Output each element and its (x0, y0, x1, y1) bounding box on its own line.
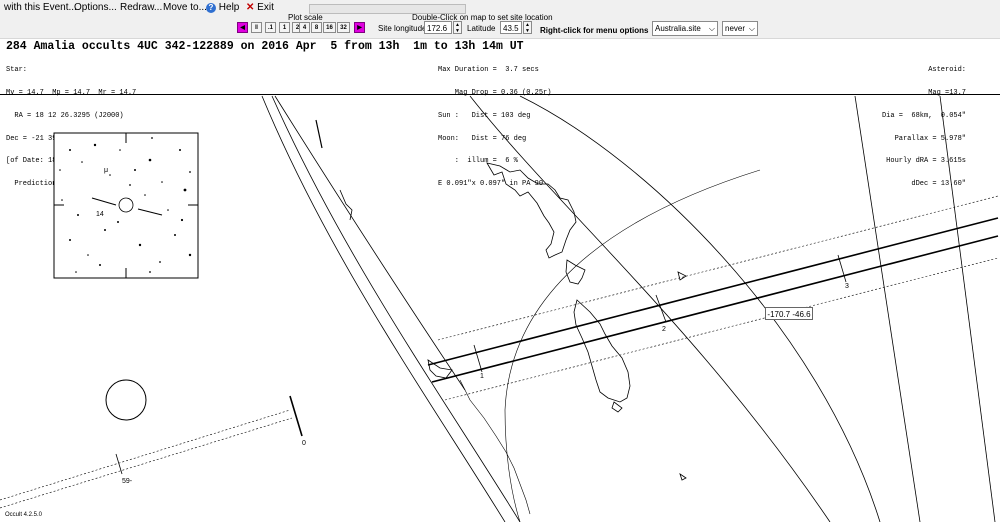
version-label: Occult 4.2.5.0 (5, 512, 43, 518)
scale-button-4[interactable]: 4 (299, 22, 310, 33)
lower-path-end-tick (289, 395, 303, 437)
star-label-14: 14 (96, 211, 104, 218)
island-marker (677, 271, 687, 281)
path-sigma-north (437, 195, 999, 341)
path-label-3: 3 (845, 283, 849, 290)
site-longitude-label: Site longitude (378, 24, 427, 33)
shadow-path (427, 195, 999, 401)
arrow-right-icon: ▶ (357, 25, 362, 31)
path-north-limit (427, 217, 999, 366)
longitude-spinner[interactable]: ▲ ▼ (453, 21, 462, 34)
star-line: Star: (6, 66, 28, 75)
menu-help[interactable]: ? Help (206, 2, 239, 13)
site-file-select[interactable]: Australia.site ⌵ (652, 21, 718, 36)
coast-stroke-2 (339, 189, 353, 221)
lower-path-north (0, 409, 291, 501)
earth-limb-outer (261, 95, 506, 522)
limit-line-right-2 (854, 95, 921, 522)
latitude-spinner[interactable]: ▲ ▼ (523, 21, 532, 34)
menu-help-label: Help (218, 2, 240, 13)
north-island (486, 162, 577, 259)
menu-redraw[interactable]: Redraw... (120, 2, 162, 13)
scale-left-button[interactable]: ◀ (237, 22, 248, 33)
help-icon: ? (206, 3, 216, 13)
earth-limb (261, 95, 996, 522)
star-label-mu: μ (104, 167, 108, 174)
earth-limb-inner (271, 95, 521, 522)
asteroid-line: Asteroid: (928, 66, 966, 75)
right-click-hint: Right-click for menu options (540, 26, 649, 35)
scale-button-0-1[interactable]: .1 (265, 22, 276, 33)
site-longitude-input[interactable]: 172.6 (424, 21, 452, 34)
arrow-left-icon: ◀ (240, 25, 245, 31)
cook-strait-coast (565, 259, 586, 285)
occultation-map[interactable]: 1 2 3 μ 14 0 59- (0, 95, 1000, 522)
scale-button-16[interactable]: 16 (323, 22, 336, 33)
path-label-2: 2 (662, 326, 666, 333)
big-arc-tail (504, 409, 521, 522)
plot-scale-label: Plot scale (288, 13, 323, 22)
menu-with-this-event[interactable]: with this Event... (4, 2, 77, 13)
lower-path (0, 395, 303, 509)
chevron-down-icon: ⌵ (708, 24, 715, 33)
event-header: 284 Amalia occults 4UC 342-122889 on 201… (0, 39, 1000, 188)
path-label-1: 1 (480, 373, 484, 380)
auto-select-value: never (725, 24, 746, 33)
menu-exit[interactable]: ✕ Exit (246, 2, 274, 13)
event-line: Max Duration = 3.7 secs (438, 66, 539, 75)
spin-down-icon: ▼ (455, 28, 460, 34)
scale-button-1[interactable]: 1 (279, 22, 290, 33)
asteroid-size-circle (105, 379, 147, 421)
menu-exit-label: Exit (257, 2, 274, 13)
limit-line-right (939, 95, 996, 522)
path-south-limit (431, 235, 999, 383)
island-marker-2 (679, 473, 687, 481)
lower-label-59: 59- (122, 478, 133, 485)
stewart-island (611, 401, 623, 413)
star-chart-frame (53, 132, 199, 279)
menu-move-to[interactable]: Move to... (163, 2, 207, 13)
close-icon: ✕ (246, 2, 255, 13)
latitude-input[interactable]: 43.5 (500, 21, 522, 34)
spin-down-icon: ▼ (525, 28, 530, 34)
time-tick-2 (655, 294, 667, 323)
lower-label-0: 0 (302, 440, 306, 447)
menu-options[interactable]: Options... (74, 2, 117, 13)
chevron-down-icon: ⌵ (748, 24, 755, 33)
scale-right-button[interactable]: ▶ (354, 22, 365, 33)
site-file-value: Australia.site (655, 24, 701, 33)
lower-path-south (0, 417, 293, 509)
coast-fragment-south (459, 379, 531, 515)
time-tick-1 (473, 344, 483, 373)
scale-button-32[interactable]: 32 (337, 22, 350, 33)
scale-button-pause[interactable]: ‖ (251, 22, 262, 33)
coastline (315, 119, 687, 515)
latitude-label: Latitude (467, 24, 496, 33)
coast-stroke (315, 119, 323, 149)
cursor-coords-tooltip: -170.7 -46.6 (765, 307, 813, 320)
lower-path-tick (115, 453, 123, 475)
auto-select[interactable]: never ⌵ (722, 21, 758, 36)
twilight-line (274, 95, 466, 391)
sunset-curve (519, 95, 881, 522)
toolbar: with this Event... Options... Redraw... … (0, 0, 1000, 39)
star-chart: μ 14 (53, 132, 199, 279)
scale-button-8[interactable]: 8 (311, 22, 322, 33)
